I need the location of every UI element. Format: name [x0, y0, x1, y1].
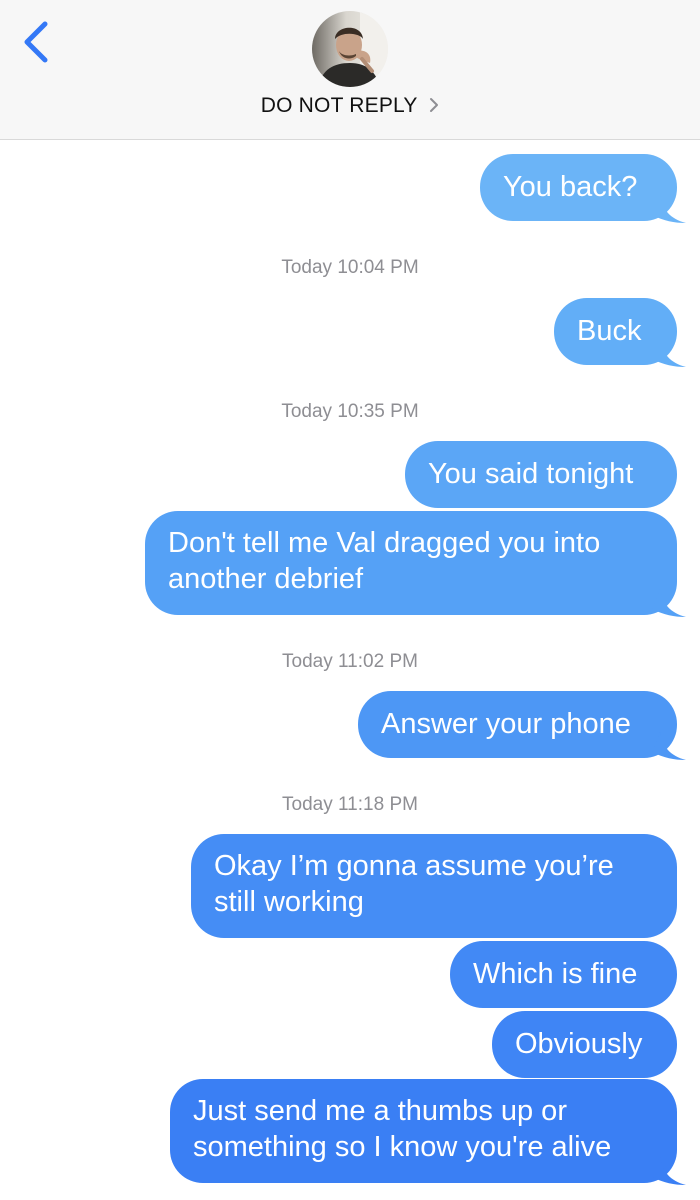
- message-bubble[interactable]: You back?: [480, 154, 686, 223]
- message-text: Obviously: [515, 1028, 643, 1060]
- messages-screen: DO NOT REPLY You back? Today 10:04 PM Bu…: [0, 0, 700, 1200]
- message-text: Okay I’m gonna assume you’re still worki…: [214, 850, 614, 918]
- bubble-tail: [652, 732, 686, 760]
- timestamp: Today 10:04 PM: [281, 257, 419, 278]
- message-bubble[interactable]: Buck: [554, 298, 686, 367]
- message-bubble[interactable]: Which is fine: [450, 941, 677, 1008]
- bubble-tail: [652, 589, 686, 617]
- chevron-left-icon: [24, 21, 48, 63]
- bubble-tail: [652, 195, 686, 223]
- message-text: Just send me a thumbs up or something so…: [193, 1095, 612, 1163]
- message-text: Answer your phone: [381, 708, 631, 740]
- message-text: You back?: [503, 171, 638, 203]
- back-button[interactable]: [12, 18, 62, 68]
- chevron-right-icon: [430, 97, 439, 112]
- message-bubble[interactable]: Don't tell me Val dragged you into anoth…: [145, 511, 686, 617]
- timestamp: Today 10:35 PM: [281, 401, 419, 422]
- bubble-tail: [652, 339, 686, 367]
- message-text: Which is fine: [473, 958, 638, 990]
- message-bubble[interactable]: You said tonight: [405, 441, 677, 508]
- contact-avatar[interactable]: [312, 11, 388, 87]
- message-text: Buck: [577, 315, 642, 347]
- message-bubble[interactable]: Obviously: [492, 1011, 677, 1078]
- message-bubble[interactable]: Just send me a thumbs up or something so…: [170, 1079, 686, 1185]
- message-bubble[interactable]: Okay I’m gonna assume you’re still worki…: [191, 834, 677, 938]
- message-text: Don't tell me Val dragged you into anoth…: [168, 527, 601, 595]
- timestamp: Today 11:02 PM: [282, 651, 418, 672]
- message-bubble[interactable]: Answer your phone: [358, 691, 686, 760]
- conversation-header: DO NOT REPLY: [0, 0, 700, 140]
- contact-name: DO NOT REPLY: [260, 94, 418, 117]
- avatar-photo: [312, 11, 388, 87]
- bubble-tail: [652, 1157, 686, 1185]
- timestamp: Today 11:18 PM: [282, 794, 418, 815]
- contact-name-button[interactable]: DO NOT REPLY: [0, 94, 700, 118]
- message-text: You said tonight: [428, 458, 634, 490]
